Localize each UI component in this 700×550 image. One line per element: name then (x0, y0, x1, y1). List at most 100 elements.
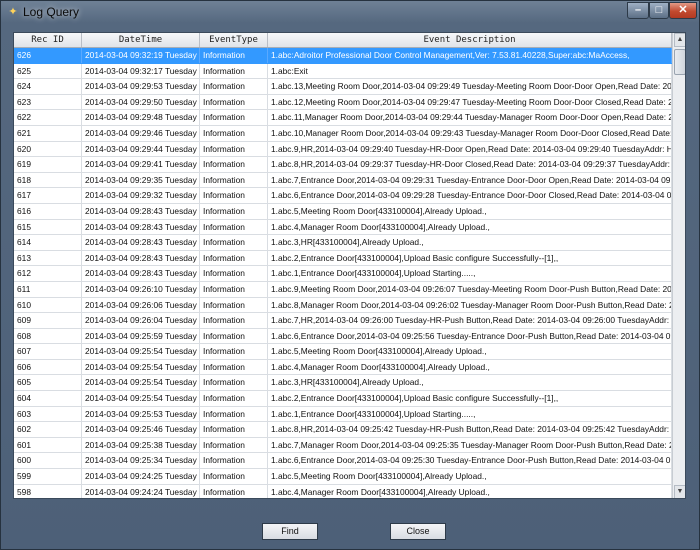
table-row[interactable]: 620 2014-03-04 09:29:44 Tuesday Informatio… (14, 141, 672, 158)
table-row[interactable]: 617 2014-03-04 09:29:32 Tuesday Informatio… (14, 188, 672, 204)
cell-eventtype: Information (200, 141, 268, 157)
cell-eventtype: Information (200, 48, 268, 63)
cell-rec-id: 607 (14, 344, 82, 360)
table-row[interactable]: 616 2014-03-04 09:28:43 Tuesday Informatio… (14, 203, 672, 220)
vertical-scrollbar[interactable]: ▲ ▼ (672, 33, 685, 498)
scroll-down-arrow-icon[interactable]: ▼ (674, 485, 685, 498)
cell-eventtype: Information (200, 110, 268, 126)
close-button[interactable]: Close (390, 523, 446, 540)
table-row[interactable]: 619 2014-03-04 09:29:41 Tuesday Informatio… (14, 157, 672, 173)
cell-rec-id: 604 (14, 391, 82, 407)
cell-rec-id: 611 (14, 281, 82, 297)
cell-eventtype: Information (200, 94, 268, 110)
table-row[interactable]: 610 2014-03-04 09:26:06 Tuesday Informatio… (14, 297, 672, 314)
cell-rec-id: 617 (14, 188, 82, 204)
cell-datetime: 2014-03-04 09:24:25 Tuesday (82, 469, 200, 485)
cell-event-description: 1.abc.1,Entrance Door[433100004],Upload … (268, 266, 672, 282)
cell-event-description: 1.abc.7,Manager Room Door,2014-03-04 09:… (268, 437, 672, 453)
cell-event-description: 1.abc.4,Manager Room Door[433100004],Alr… (268, 359, 672, 375)
cell-event-description: 1.abc.2,Entrance Door[433100004],Upload … (268, 391, 672, 407)
cell-datetime: 2014-03-04 09:29:48 Tuesday (82, 110, 200, 126)
table-row[interactable]: 626 2014-03-04 09:32:19 Tuesday Informatio… (14, 48, 672, 64)
cell-event-description: 1.abc.12,Meeting Room Door,2014-03-04 09… (268, 94, 672, 110)
table-row[interactable]: 606 2014-03-04 09:25:54 Tuesday Informatio… (14, 359, 672, 376)
cell-rec-id: 602 (14, 422, 82, 438)
cell-datetime: 2014-03-04 09:25:59 Tuesday (82, 328, 200, 344)
column-header-event-description[interactable]: Event Description (268, 33, 672, 47)
cell-event-description: 1.abc.5,Meeting Room Door[433100004],Alr… (268, 203, 672, 219)
cell-rec-id: 623 (14, 94, 82, 110)
table-row[interactable]: 599 2014-03-04 09:24:25 Tuesday Informatio… (14, 469, 672, 485)
cell-event-description: 1.abc.8,HR,2014-03-04 09:29:37 Tuesday-H… (268, 157, 672, 173)
table-row[interactable]: 605 2014-03-04 09:25:54 Tuesday Informatio… (14, 375, 672, 392)
table-row[interactable]: 602 2014-03-04 09:25:46 Tuesday Informatio… (14, 422, 672, 438)
cell-rec-id: 612 (14, 266, 82, 282)
cell-event-description: 1.abc.4,Manager Room Door[433100004],Alr… (268, 484, 672, 498)
cell-eventtype: Information (200, 235, 268, 251)
table-row[interactable]: 607 2014-03-04 09:25:54 Tuesday Informatio… (14, 344, 672, 360)
close-window-button[interactable]: ✕ (669, 2, 697, 19)
cell-event-description: 1.abc.7,HR,2014-03-04 09:26:00 Tuesday-H… (268, 313, 672, 329)
column-header-datetime[interactable]: DateTime (82, 33, 200, 47)
cell-datetime: 2014-03-04 09:28:43 Tuesday (82, 203, 200, 219)
table-row[interactable]: 623 2014-03-04 09:29:50 Tuesday Informatio… (14, 94, 672, 111)
cell-datetime: 2014-03-04 09:26:10 Tuesday (82, 281, 200, 297)
cell-eventtype: Information (200, 219, 268, 235)
cell-datetime: 2014-03-04 09:32:19 Tuesday (82, 48, 200, 63)
table-row[interactable]: 624 2014-03-04 09:29:53 Tuesday Informatio… (14, 79, 672, 95)
table-row[interactable]: 603 2014-03-04 09:25:53 Tuesday Informatio… (14, 406, 672, 423)
cell-event-description: 1.abc.3,HR[433100004],Already Upload., (268, 235, 672, 251)
table-row[interactable]: 604 2014-03-04 09:25:54 Tuesday Informatio… (14, 391, 672, 407)
cell-event-description: 1.abc.10,Manager Room Door,2014-03-04 09… (268, 125, 672, 141)
scrollbar-thumb[interactable] (674, 49, 685, 75)
log-table[interactable]: Rec ID DateTime EventType Event Descript… (13, 32, 686, 499)
table-row[interactable]: 611 2014-03-04 09:26:10 Tuesday Informatio… (14, 281, 672, 298)
cell-event-description: 1.abc:Exit (268, 63, 672, 79)
cell-event-description: 1.abc.2,Entrance Door[433100004],Upload … (268, 250, 672, 266)
cell-rec-id: 622 (14, 110, 82, 126)
scroll-up-arrow-icon[interactable]: ▲ (674, 33, 685, 47)
table-row[interactable]: 598 2014-03-04 09:24:24 Tuesday Informatio… (14, 484, 672, 498)
cell-event-description: 1.abc:Adroitor Professional Door Control… (268, 48, 672, 63)
table-row[interactable]: 614 2014-03-04 09:28:43 Tuesday Informatio… (14, 235, 672, 251)
table-row[interactable]: 622 2014-03-04 09:29:48 Tuesday Informatio… (14, 110, 672, 126)
table-row[interactable]: 608 2014-03-04 09:25:59 Tuesday Informatio… (14, 328, 672, 345)
cell-eventtype: Information (200, 391, 268, 407)
column-header-rec-id[interactable]: Rec ID (14, 33, 82, 47)
cell-rec-id: 614 (14, 235, 82, 251)
table-row[interactable]: 615 2014-03-04 09:28:43 Tuesday Informatio… (14, 219, 672, 236)
table-row[interactable]: 612 2014-03-04 09:28:43 Tuesday Informatio… (14, 266, 672, 282)
cell-event-description: 1.abc.6,Entrance Door,2014-03-04 09:25:5… (268, 328, 672, 344)
table-row[interactable]: 601 2014-03-04 09:25:38 Tuesday Informatio… (14, 437, 672, 454)
cell-datetime: 2014-03-04 09:26:06 Tuesday (82, 297, 200, 313)
cell-eventtype: Information (200, 406, 268, 422)
cell-datetime: 2014-03-04 09:26:04 Tuesday (82, 313, 200, 329)
table-row[interactable]: 625 2014-03-04 09:32:17 Tuesday Informatio… (14, 63, 672, 80)
title-bar[interactable]: ✦ Log Query – □ ✕ (1, 1, 700, 23)
maximize-button[interactable]: □ (649, 2, 669, 19)
cell-event-description: 1.abc.5,Meeting Room Door[433100004],Alr… (268, 469, 672, 485)
cell-eventtype: Information (200, 359, 268, 375)
cell-event-description: 1.abc.1,Entrance Door[433100004],Upload … (268, 406, 672, 422)
table-row[interactable]: 609 2014-03-04 09:26:04 Tuesday Informatio… (14, 313, 672, 329)
column-header-eventtype[interactable]: EventType (200, 33, 268, 47)
cell-rec-id: 619 (14, 157, 82, 173)
find-button[interactable]: Find (262, 523, 318, 540)
cell-rec-id: 608 (14, 328, 82, 344)
cell-event-description: 1.abc.9,HR,2014-03-04 09:29:40 Tuesday-H… (268, 141, 672, 157)
table-row[interactable]: 618 2014-03-04 09:29:35 Tuesday Informatio… (14, 172, 672, 189)
cell-event-description: 1.abc.6,Entrance Door,2014-03-04 09:29:2… (268, 188, 672, 204)
cell-event-description: 1.abc.13,Meeting Room Door,2014-03-04 09… (268, 79, 672, 95)
minimize-button[interactable]: – (627, 2, 649, 19)
table-row[interactable]: 600 2014-03-04 09:25:34 Tuesday Informatio… (14, 453, 672, 470)
table-row[interactable]: 621 2014-03-04 09:29:46 Tuesday Informatio… (14, 125, 672, 142)
cell-rec-id: 599 (14, 469, 82, 485)
cell-event-description: 1.abc.6,Entrance Door,2014-03-04 09:25:3… (268, 453, 672, 469)
cell-rec-id: 624 (14, 79, 82, 95)
cell-eventtype: Information (200, 344, 268, 360)
cell-event-description: 1.abc.8,HR,2014-03-04 09:25:42 Tuesday-H… (268, 422, 672, 438)
table-row[interactable]: 613 2014-03-04 09:28:43 Tuesday Informatio… (14, 250, 672, 267)
cell-rec-id: 601 (14, 437, 82, 453)
cell-datetime: 2014-03-04 09:29:50 Tuesday (82, 94, 200, 110)
cell-event-description: 1.abc.9,Meeting Room Door,2014-03-04 09:… (268, 281, 672, 297)
